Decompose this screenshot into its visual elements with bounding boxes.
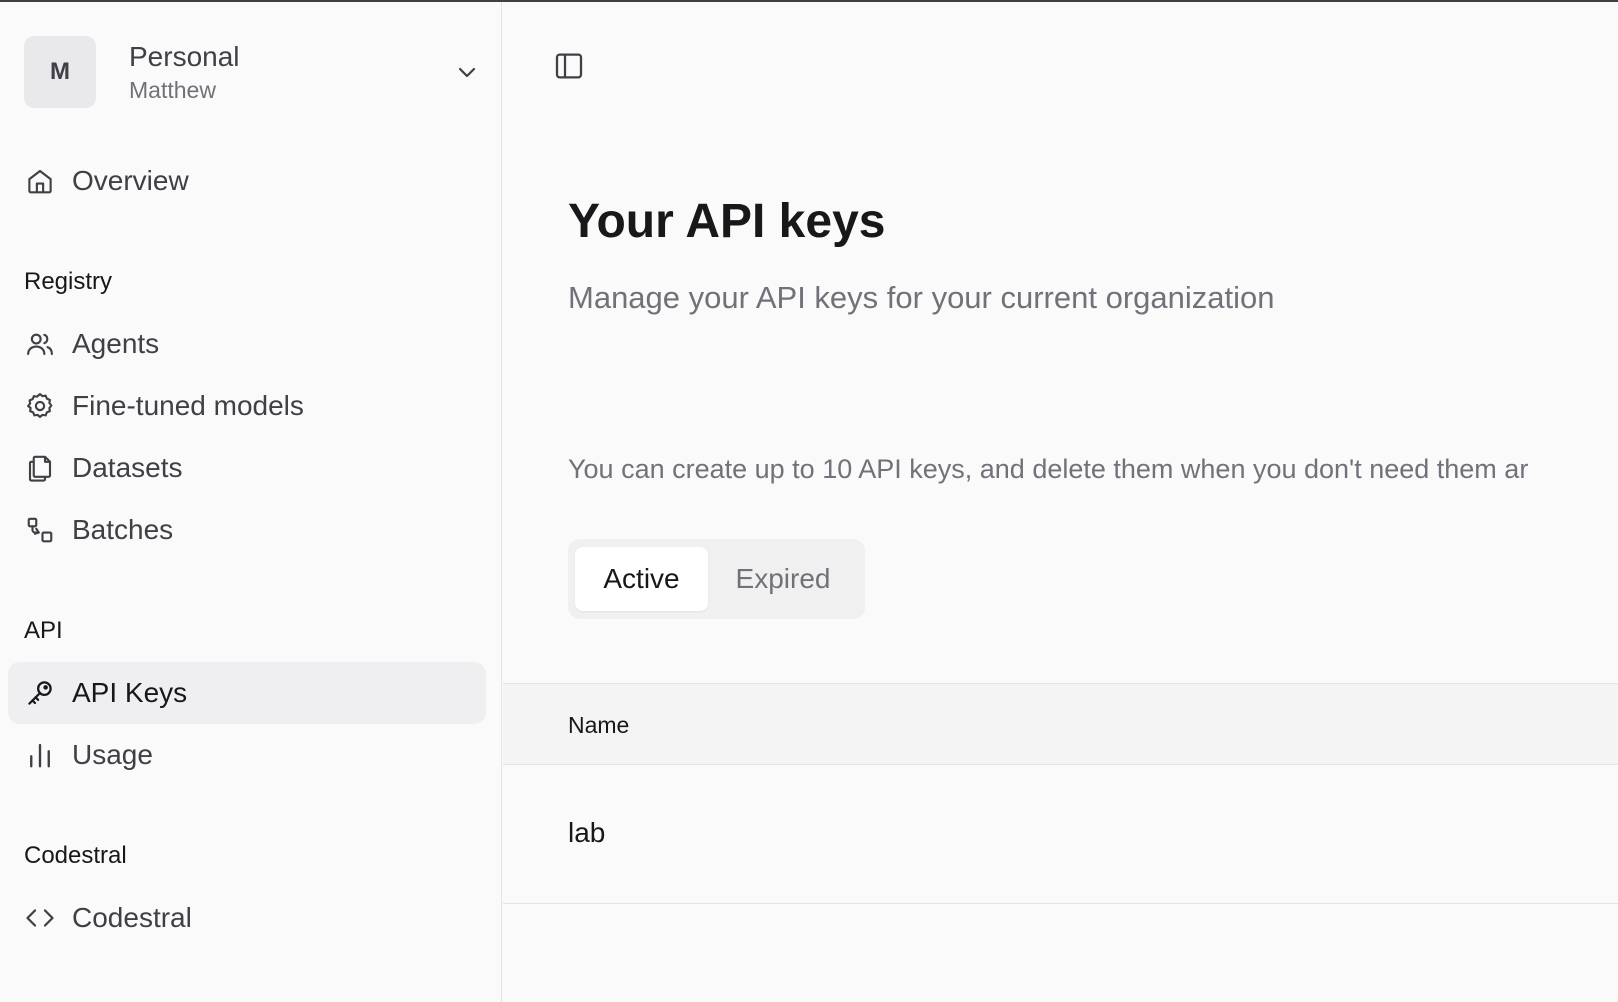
sidebar-item-usage[interactable]: Usage	[8, 724, 486, 786]
sidebar-item-api-keys[interactable]: API Keys	[8, 662, 486, 724]
org-text: Personal Matthew	[129, 39, 240, 105]
sidebar-item-label: Codestral	[72, 902, 192, 933]
table-header: Name	[503, 683, 1618, 765]
sidebar-toggle-icon[interactable]	[553, 50, 585, 82]
sidebar-item-overview[interactable]: Overview	[8, 150, 486, 212]
sidebar-item-fine-tuned-models[interactable]: Fine-tuned models	[8, 375, 486, 437]
sidebar-item-datasets[interactable]: Datasets	[8, 437, 486, 499]
gear-icon	[24, 390, 56, 422]
files-icon	[24, 452, 56, 484]
sidebar-item-label: Usage	[72, 739, 153, 770]
tab-active[interactable]: Active	[575, 547, 708, 611]
batch-icon	[24, 514, 56, 546]
sidebar-item-label: Agents	[72, 328, 160, 359]
page-subtitle: Manage your API keys for your current or…	[568, 280, 1275, 315]
sidebar-item-label: API Keys	[72, 677, 188, 708]
tab-expired[interactable]: Expired	[708, 547, 858, 611]
code-icon	[24, 902, 56, 934]
org-name: Personal	[129, 41, 240, 72]
sidebar-item-codestral[interactable]: Codestral	[8, 887, 486, 949]
section-title-registry: Registry	[24, 268, 113, 295]
section-title-codestral: Codestral	[24, 842, 127, 869]
sidebar-item-batches[interactable]: Batches	[8, 499, 486, 561]
bar-chart-icon	[24, 739, 56, 771]
org-user-name: Matthew	[129, 77, 216, 103]
section-title-api: API	[24, 617, 63, 644]
organization-switcher[interactable]: M Personal Matthew	[24, 36, 479, 108]
page-title: Your API keys	[568, 195, 886, 248]
table-row[interactable]: lab	[503, 765, 1618, 904]
sidebar-item-label: Batches	[72, 514, 174, 545]
home-icon	[24, 165, 56, 197]
key-icon	[24, 677, 56, 709]
api-keys-info-text: You can create up to 10 API keys, and de…	[568, 454, 1529, 484]
sidebar-item-agents[interactable]: Agents	[8, 313, 486, 375]
api-key-name-cell: lab	[568, 817, 606, 848]
sidebar: M Personal Matthew Overview Registry Age…	[0, 2, 502, 1002]
main-content: Your API keys Manage your API keys for y…	[503, 2, 1618, 1002]
column-header-name[interactable]: Name	[568, 712, 629, 739]
key-status-tabs: Active Expired	[568, 539, 865, 619]
sidebar-item-label: Overview	[72, 165, 189, 196]
chevron-down-icon[interactable]	[455, 60, 479, 84]
users-icon	[24, 328, 56, 360]
sidebar-item-label: Datasets	[72, 452, 183, 483]
sidebar-item-label: Fine-tuned models	[72, 390, 304, 421]
org-avatar: M	[24, 36, 96, 108]
